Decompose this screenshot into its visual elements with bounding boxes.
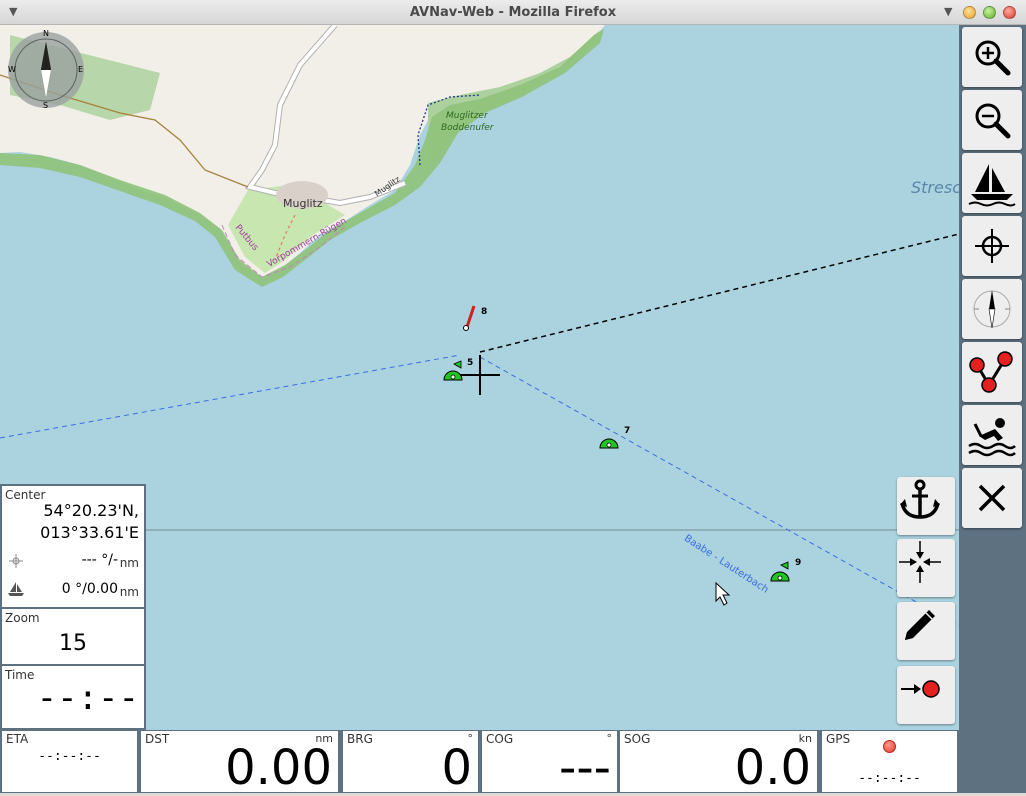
- goto-icon: [901, 680, 940, 698]
- edit-route-button[interactable]: [897, 602, 955, 660]
- dst-panel[interactable]: DST nm 0.00: [141, 731, 338, 796]
- route-icon: [969, 351, 1013, 393]
- eta-value: --:--:--: [38, 749, 101, 764]
- close-window-button[interactable]: [1003, 6, 1016, 19]
- route-editor-button[interactable]: [962, 342, 1022, 402]
- brg-label: BRG: [347, 732, 373, 746]
- center-button[interactable]: [897, 539, 955, 597]
- sog-value: 0.0: [734, 740, 811, 796]
- route-leg-1: [0, 354, 461, 439]
- chart-map[interactable]: Muglitz Muglitz Muglitzer Boddenufer Put…: [0, 25, 959, 730]
- time-panel[interactable]: Time --:--: [0, 664, 146, 730]
- buoy-8-label: 8: [481, 307, 488, 317]
- pencil-icon: [905, 610, 935, 640]
- gps-center-button[interactable]: [962, 216, 1022, 276]
- center-icon: [899, 541, 941, 583]
- gps-time-value: --:--:--: [858, 771, 921, 786]
- window-titlebar: ▼ AVNav-Web - Mozilla Firefox ▼: [0, 0, 1026, 25]
- gps-panel[interactable]: GPS --:--:--: [822, 731, 957, 792]
- window-title: AVNav-Web - Mozilla Firefox: [409, 5, 617, 20]
- dst-value: 0.00: [225, 740, 332, 796]
- offscreen-town-label: Stresc: [911, 178, 959, 197]
- zoom-out-icon: [975, 103, 1011, 139]
- buoy-8: [463, 305, 476, 331]
- zoom-panel[interactable]: Zoom 15: [0, 607, 146, 666]
- boat-button[interactable]: [962, 153, 1022, 213]
- anchor-button[interactable]: [897, 477, 955, 535]
- compass-w: W: [8, 65, 16, 74]
- marker-icon: [9, 554, 23, 568]
- gps-label: GPS: [826, 732, 851, 746]
- zoom-out-button[interactable]: [962, 90, 1022, 150]
- brg-value: 0: [441, 740, 472, 796]
- cog-label: COG: [486, 732, 514, 746]
- center-lat: 54°20.23'N,: [43, 501, 139, 520]
- zoom-in-button[interactable]: [962, 27, 1022, 87]
- window-options-icon[interactable]: ▼: [944, 5, 952, 18]
- buoy-5-label: 5: [467, 358, 474, 368]
- cog-value: ---: [559, 740, 611, 796]
- sailboat-icon: [968, 164, 1016, 207]
- compass-s: S: [43, 101, 49, 110]
- center-crosshair: [460, 355, 500, 395]
- anchor-icon: [900, 479, 940, 519]
- compass-needle-icon: [973, 290, 1011, 329]
- boat-value: 0 °/0.00: [61, 581, 118, 597]
- crosshair-icon: [975, 229, 1009, 263]
- zoom-label: Zoom: [5, 611, 40, 625]
- man-overboard-icon: [968, 418, 1016, 457]
- mouse-cursor: [715, 581, 731, 606]
- compass-icon: [8, 32, 84, 108]
- minimize-button[interactable]: [963, 6, 976, 19]
- cog-panel[interactable]: COG ° ---: [482, 731, 617, 796]
- bottom-bar: ETA --:--:-- DST nm 0.00 BRG ° 0 COG ° -…: [0, 730, 959, 796]
- center-panel[interactable]: Center 54°20.23'N, 013°33.61'E --- °/- n…: [0, 484, 146, 609]
- close-button[interactable]: [962, 468, 1022, 528]
- course-line: [479, 233, 959, 353]
- sog-panel[interactable]: SOG kn 0.0: [620, 731, 817, 796]
- buoy-7-label: 7: [624, 426, 631, 436]
- north-up-button[interactable]: [962, 279, 1022, 339]
- compass-rose[interactable]: N E S W: [6, 29, 86, 110]
- gps-status-icon: [883, 740, 896, 753]
- goto-waypoint-button[interactable]: [897, 666, 955, 724]
- sog-label: SOG: [624, 732, 651, 746]
- town-label: Muglitz: [283, 197, 323, 210]
- marker-value: --- °/-: [81, 552, 118, 568]
- time-label: Time: [5, 668, 35, 682]
- dst-label: DST: [145, 732, 170, 746]
- buoy-7: [599, 438, 619, 449]
- zoom-in-icon: [975, 40, 1011, 76]
- nature-label-1: Muglitzer: [446, 111, 488, 121]
- marker-unit: nm: [119, 556, 139, 570]
- sidebar: [959, 25, 1026, 793]
- center-lon: 013°33.61'E: [40, 523, 139, 542]
- nature-label-2: Boddenufer: [441, 123, 494, 133]
- time-value: --:--: [36, 678, 139, 718]
- zoom-value: 15: [59, 631, 87, 656]
- buoy-5: [443, 360, 463, 381]
- eta-panel[interactable]: ETA --:--:--: [2, 731, 137, 792]
- compass-e: E: [78, 65, 84, 74]
- buoy-9-label: 9: [795, 558, 802, 568]
- compass-n: N: [43, 29, 49, 38]
- eta-label: ETA: [6, 732, 29, 746]
- boat-unit: nm: [119, 585, 139, 599]
- center-label: Center: [5, 488, 46, 502]
- close-icon: [978, 484, 1006, 512]
- maximize-button[interactable]: [983, 6, 996, 19]
- buoy-9: [770, 561, 790, 582]
- mob-button[interactable]: [962, 405, 1022, 465]
- brg-panel[interactable]: BRG ° 0: [343, 731, 478, 796]
- boat-icon: [8, 582, 24, 596]
